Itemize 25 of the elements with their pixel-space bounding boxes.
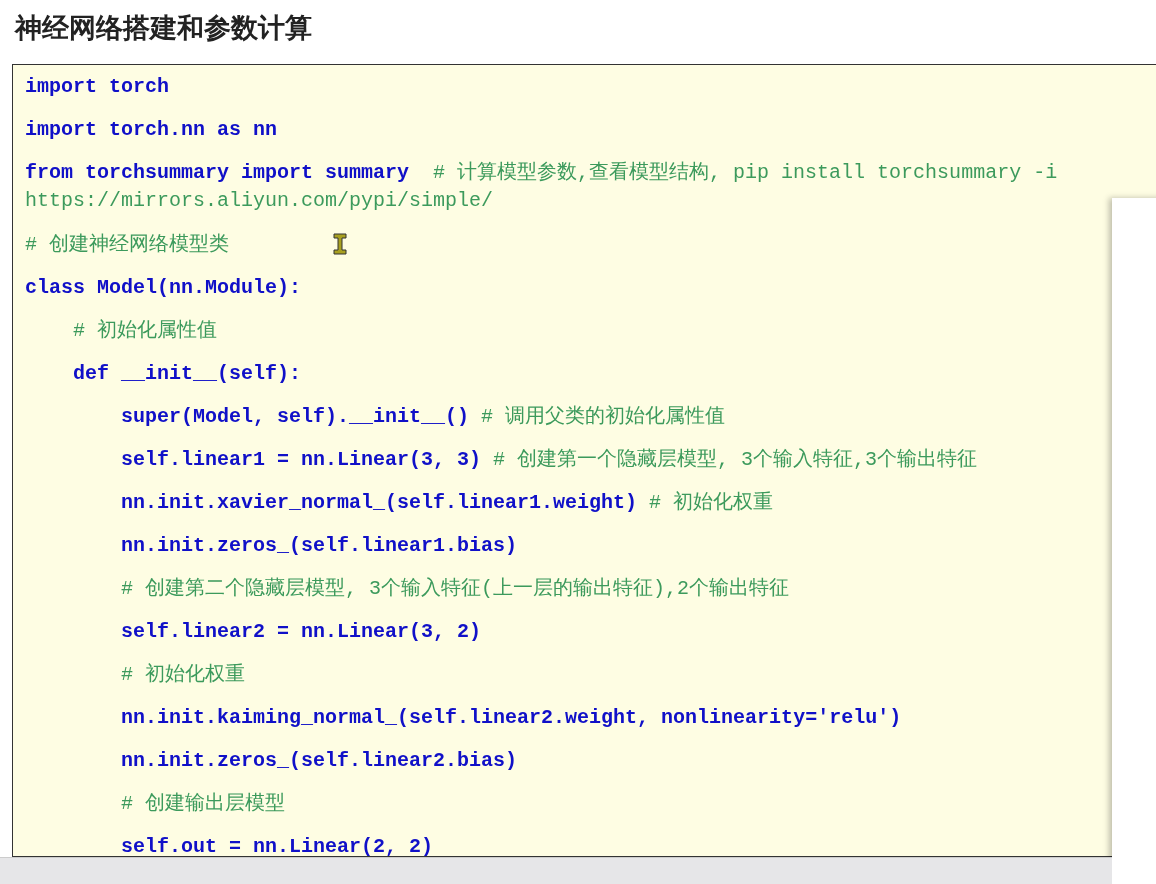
code-comment: # 创建第一个隐藏层模型, 3个输入特征,3个输出特征 xyxy=(493,446,978,473)
code-comment: https://mirrors.aliyun.com/pypi/simple/ xyxy=(25,188,494,214)
code-text: class Model(nn.Module): xyxy=(25,274,302,301)
code-text: nn.init.kaiming_normal_(self.linear2.weight, nonlinearity='relu') xyxy=(120,704,902,731)
code-text: self.linear1 = nn.Linear(3, 3) xyxy=(120,446,483,473)
code-text: nn.init.zeros_(self.linear1.bias) xyxy=(120,532,518,559)
code-comment: # 创建输出层模型 xyxy=(120,790,286,817)
code-comment: # 初始化权重 xyxy=(120,661,246,688)
code-comment: # 创建神经网络模型类 xyxy=(25,231,229,258)
code-text: nn.init.xavier_normal_(self.linear1.weight) xyxy=(120,489,639,516)
code-comment: # 调用父类的初始化属性值 xyxy=(481,403,726,430)
code-text: nn.init.zeros_(self.linear2.bias) xyxy=(120,747,518,774)
code-comment: # 初始化权重 xyxy=(649,489,774,516)
code-text: from torchsummary import summary xyxy=(25,159,411,186)
code-text: import torch xyxy=(25,73,170,100)
code-text: def __init__(self): xyxy=(72,360,302,387)
code-text: import torch.nn as nn xyxy=(25,116,278,143)
code-comment: # 创建第二个隐藏层模型, 3个输入特征(上一层的输出特征),2个输出特征 xyxy=(120,575,790,602)
code-text: super(Model, self).__init__() xyxy=(120,403,471,430)
code-comment: # 计算模型参数,查看模型结构, pip install torchsummary -i xyxy=(433,159,1058,186)
page-title: 神经网络搭建和参数计算 xyxy=(15,11,312,45)
code-comment: # 初始化属性值 xyxy=(72,317,217,344)
code-text: self.out = nn.Linear(2, 2) xyxy=(120,833,434,856)
code-text: self.linear2 = nn.Linear(3, 2) xyxy=(120,618,482,645)
text-cursor-icon xyxy=(333,233,347,255)
